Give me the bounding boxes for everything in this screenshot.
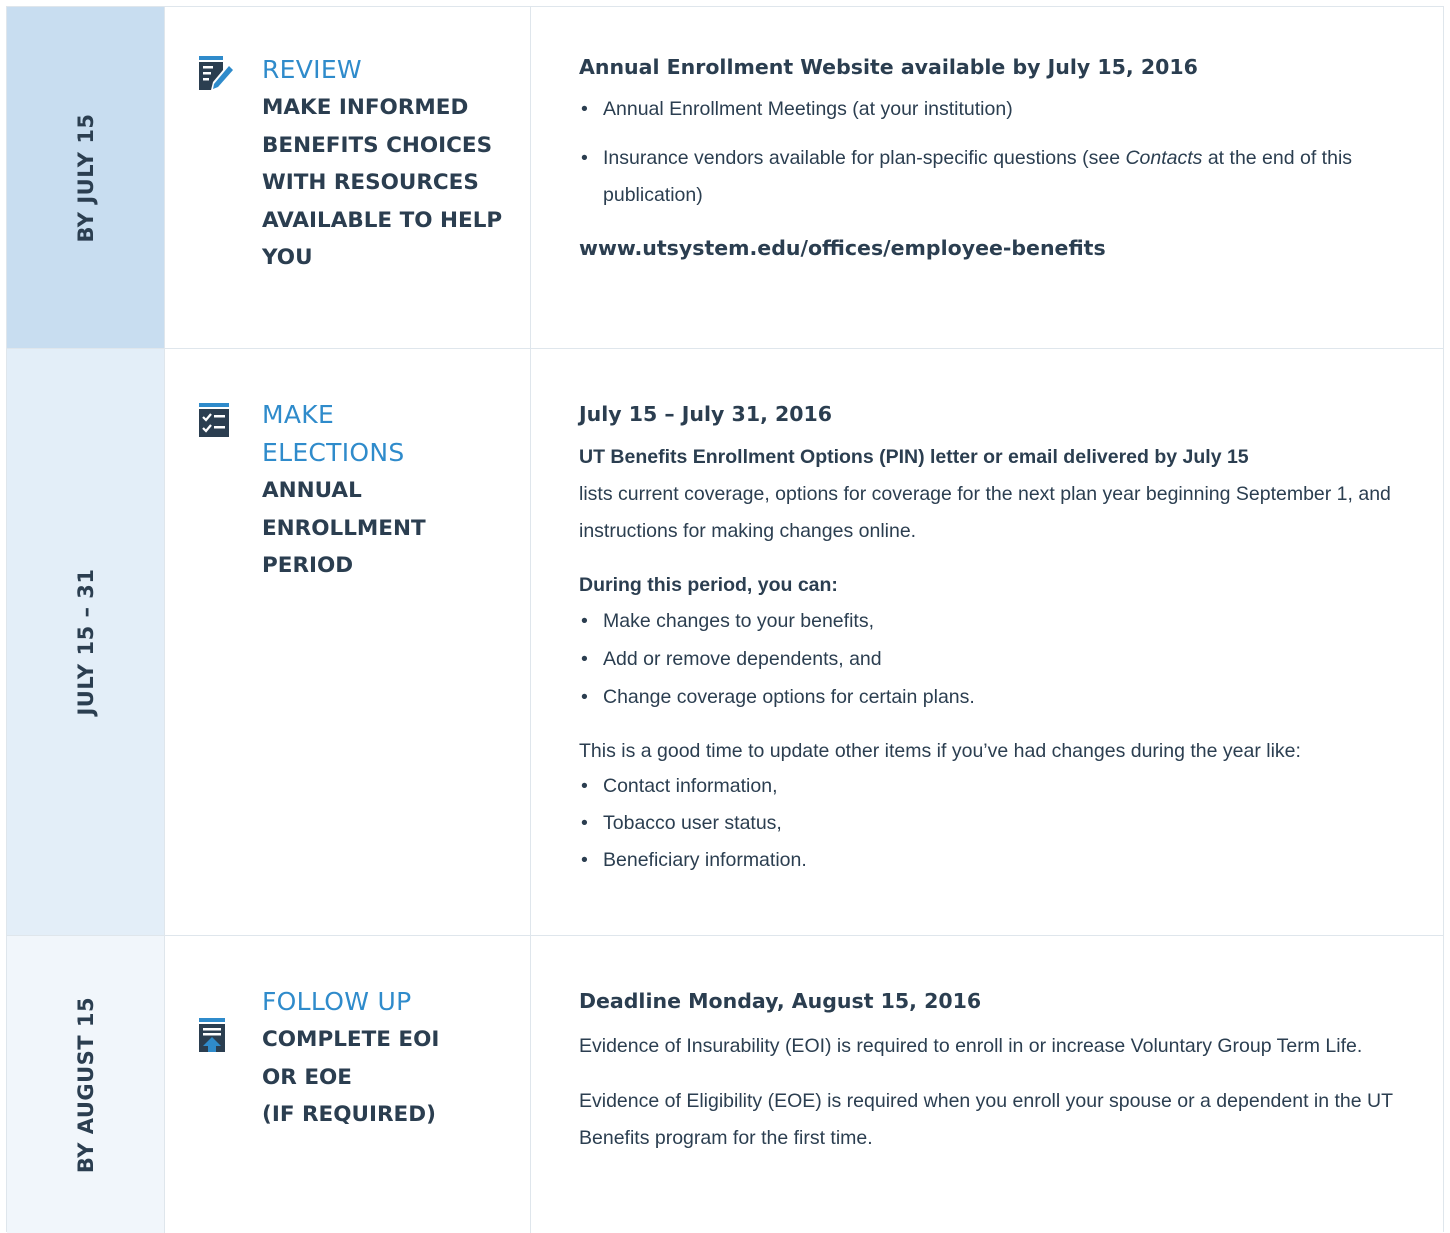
action-subtitle-line: COMPLETE EOI bbox=[262, 1027, 440, 1052]
action-column: REVIEW MAKE INFORMED BENEFITS CHOICES WI… bbox=[164, 7, 531, 348]
timeline-row-make-elections: JULY 15 – 31 MAKE ELECTIONS ANNUAL ENROL… bbox=[7, 349, 1443, 936]
detail-heading: Deadline Monday, August 15, 2016 bbox=[579, 989, 982, 1013]
checklist-icon bbox=[198, 401, 232, 437]
action-title: FOLLOW UP bbox=[262, 987, 412, 1016]
detail-heading: July 15 – July 31, 2016 bbox=[579, 402, 833, 426]
detail-column: Annual Enrollment Website available by J… bbox=[531, 7, 1443, 348]
detail-heading: Annual Enrollment Website available by J… bbox=[579, 55, 1198, 79]
edit-document-icon bbox=[198, 54, 233, 90]
list-item: Add or remove dependents, and bbox=[579, 640, 1409, 678]
action-column: MAKE ELECTIONS ANNUAL ENROLLMENT PERIOD bbox=[164, 349, 531, 935]
list-item: Tobacco user status, bbox=[579, 805, 1409, 842]
date-label: BY AUGUST 15 bbox=[73, 996, 98, 1173]
date-column: BY AUGUST 15 bbox=[7, 936, 164, 1233]
list-item: Beneficiary information. bbox=[579, 842, 1409, 879]
update-list: Contact information, Tobacco user status… bbox=[579, 768, 1409, 879]
list-item: Change coverage options for certain plan… bbox=[579, 678, 1409, 716]
benefits-website-link[interactable]: www.utsystem.edu/offices/employee-benefi… bbox=[579, 236, 1409, 260]
detail-content: Deadline Monday, August 15, 2016 Evidenc… bbox=[579, 986, 1409, 1157]
period-list: Make changes to your benefits, Add or re… bbox=[579, 602, 1409, 716]
pin-letter-text: lists current coverage, options for cove… bbox=[579, 483, 1391, 542]
list-item: Annual Enrollment Meetings (at your inst… bbox=[579, 92, 1409, 126]
action-title: REVIEW bbox=[262, 55, 362, 84]
eoe-paragraph: Evidence of Eligibility (EOE) is require… bbox=[579, 1090, 1393, 1149]
action-text: FOLLOW UP COMPLETE EOI OR EOE (IF REQUIR… bbox=[262, 983, 512, 1134]
date-label: JULY 15 – 31 bbox=[73, 568, 98, 716]
action-column: FOLLOW UP COMPLETE EOI OR EOE (IF REQUIR… bbox=[164, 936, 531, 1233]
detail-column: July 15 – July 31, 2016 UT Benefits Enro… bbox=[531, 349, 1443, 935]
detail-content: Annual Enrollment Website available by J… bbox=[579, 52, 1409, 260]
date-column: JULY 15 – 31 bbox=[7, 349, 164, 935]
timeline-row-review: BY JULY 15 REVIEW MAKE INFORMED BENEFITS… bbox=[7, 7, 1443, 349]
action-subtitle: ANNUAL ENROLLMENT PERIOD bbox=[262, 478, 426, 578]
period-heading: During this period, you can: bbox=[579, 574, 838, 596]
action-subtitle-line: OR EOE bbox=[262, 1064, 352, 1090]
date-label: BY JULY 15 bbox=[73, 112, 98, 243]
action-title-line: MAKE bbox=[262, 400, 335, 429]
action-text: MAKE ELECTIONS ANNUAL ENROLLMENT PERIOD bbox=[262, 396, 512, 585]
contacts-reference: Contacts bbox=[1125, 147, 1203, 169]
action-subtitle-line: (IF REQUIRED) bbox=[262, 1102, 436, 1127]
pin-letter-paragraph: UT Benefits Enrollment Options (PIN) let… bbox=[579, 439, 1409, 550]
enrollment-timeline: BY JULY 15 REVIEW MAKE INFORMED BENEFITS… bbox=[6, 6, 1444, 1233]
upload-document-icon bbox=[198, 1016, 232, 1052]
date-column: BY JULY 15 bbox=[7, 7, 164, 348]
list-item-text: Insurance vendors available for plan-spe… bbox=[603, 147, 1126, 169]
detail-content: July 15 – July 31, 2016 UT Benefits Enro… bbox=[579, 399, 1409, 879]
update-paragraph: This is a good time to update other item… bbox=[579, 740, 1301, 762]
timeline-row-follow-up: BY AUGUST 15 FOLLOW UP COMPLETE EOI OR E… bbox=[7, 936, 1443, 1233]
list-item: Insurance vendors available for plan-spe… bbox=[579, 140, 1409, 214]
action-text: REVIEW MAKE INFORMED BENEFITS CHOICES WI… bbox=[262, 51, 512, 277]
pin-letter-bold: UT Benefits Enrollment Options (PIN) let… bbox=[579, 446, 1249, 468]
action-title-line: ELECTIONS bbox=[262, 438, 405, 467]
detail-column: Deadline Monday, August 15, 2016 Evidenc… bbox=[531, 936, 1443, 1233]
action-subtitle: MAKE INFORMED BENEFITS CHOICES WITH RESO… bbox=[262, 95, 503, 270]
list-item: Make changes to your benefits, bbox=[579, 602, 1409, 640]
eoi-paragraph: Evidence of Insurability (EOI) is requir… bbox=[579, 1035, 1363, 1057]
list-item: Contact information, bbox=[579, 768, 1409, 805]
resource-list: Annual Enrollment Meetings (at your inst… bbox=[579, 92, 1409, 214]
